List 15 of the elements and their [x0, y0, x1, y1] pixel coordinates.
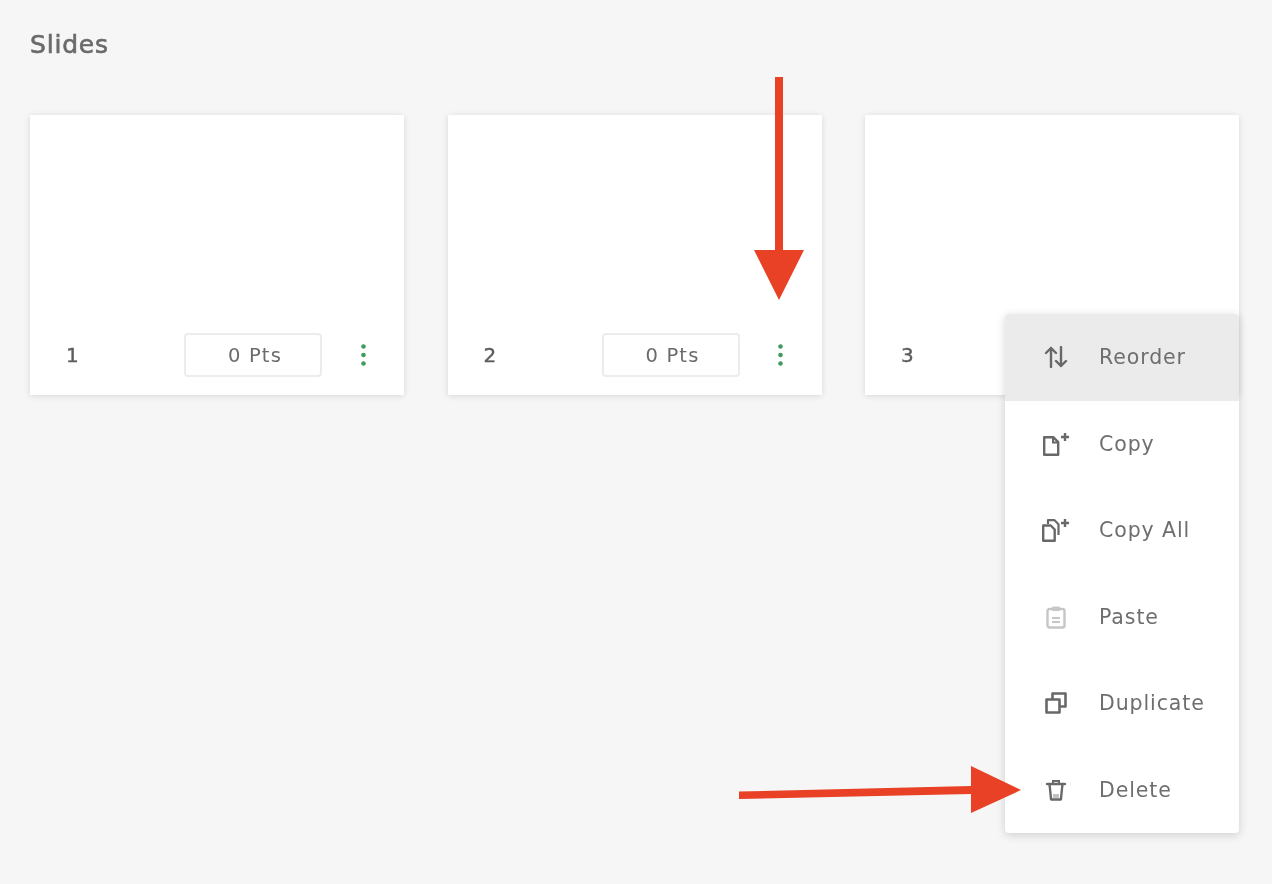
page-title: Slides — [30, 29, 109, 61]
points-field[interactable]: 0 Pts — [601, 333, 740, 377]
kebab-icon — [778, 344, 783, 366]
slide-card[interactable]: 2 0 Pts — [447, 115, 822, 395]
slide-number: 2 — [483, 343, 497, 367]
slide-number: 1 — [66, 343, 79, 367]
menu-item[interactable]: Copy All — [1005, 487, 1239, 574]
menu-item[interactable]: Copy — [1005, 400, 1239, 487]
kebab-icon — [360, 344, 366, 366]
slide-number: 3 — [901, 343, 914, 367]
menu-item[interactable]: Duplicate — [1005, 660, 1239, 747]
menu-item[interactable]: Reorder — [1005, 314, 1239, 401]
points-field[interactable]: 0 Pts — [184, 333, 322, 377]
menu-item[interactable]: Delete — [1005, 746, 1239, 833]
slide-card[interactable]: 1 0 Pts — [30, 115, 404, 395]
